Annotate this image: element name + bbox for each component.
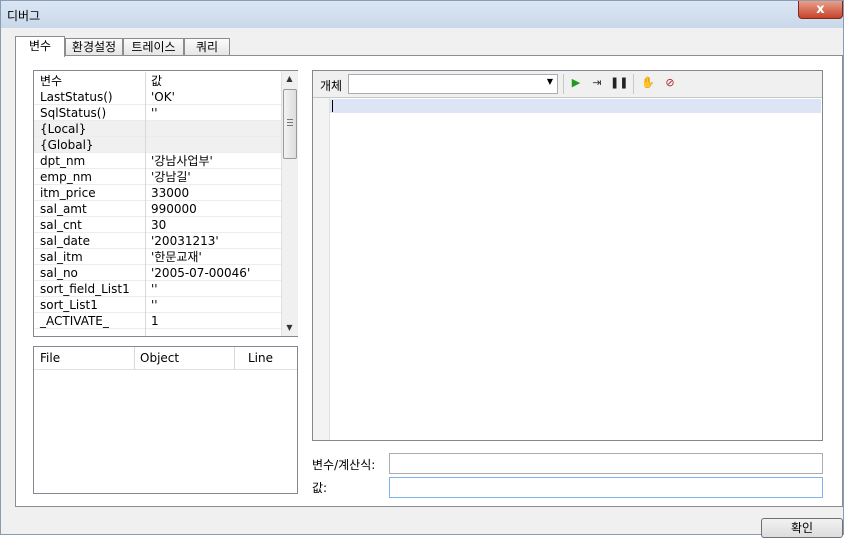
variable-row[interactable]: sort_List1 '' <box>34 297 281 313</box>
variable-row[interactable]: {Local} <box>34 121 281 137</box>
variable-value: '' <box>151 298 158 312</box>
variable-value: '' <box>151 106 158 120</box>
variable-value: '강남길' <box>151 170 191 184</box>
variable-name: sal_cnt <box>40 218 82 232</box>
column-header-file[interactable]: File <box>40 351 60 365</box>
code-area[interactable] <box>330 98 821 440</box>
vertical-scrollbar[interactable]: ▲ ▼ <box>281 71 298 336</box>
variable-row[interactable]: sal_date '20031213' <box>34 233 281 249</box>
expression-label: 변수/계산식: <box>312 458 376 472</box>
variable-name: _ACTIVATE_ <box>40 314 109 328</box>
variable-value: '2005-07-00046' <box>151 266 251 280</box>
variable-row[interactable]: emp_nm '강남길' <box>34 169 281 185</box>
scroll-up-arrow-icon[interactable]: ▲ <box>282 74 297 83</box>
toolbar-divider <box>633 74 634 94</box>
variable-row[interactable]: sort_field_List1 '' <box>34 281 281 297</box>
step-icon[interactable]: ⇥ <box>588 75 606 91</box>
variable-row[interactable]: LastStatus() 'OK' <box>34 89 281 105</box>
callstack-list: File Object Line <box>33 346 298 494</box>
dropdown-arrow-icon[interactable]: ▼ <box>547 77 553 86</box>
variable-value: '한문교재' <box>151 250 202 264</box>
expression-input[interactable] <box>389 453 823 474</box>
variable-row[interactable]: sal_no '2005-07-00046' <box>34 265 281 281</box>
variable-value: '' <box>151 282 158 296</box>
variable-name: itm_price <box>40 186 96 200</box>
variable-name: sal_date <box>40 234 90 248</box>
callstack-header: File Object Line <box>34 347 297 370</box>
column-header-line[interactable]: Line <box>248 351 273 365</box>
column-header-object[interactable]: Object <box>140 351 179 365</box>
tab-query[interactable]: 쿼리 <box>184 38 230 55</box>
close-button[interactable]: x <box>798 1 843 19</box>
variable-name: LastStatus() <box>40 90 113 104</box>
variable-row[interactable]: _ACTIVATE_ 1 <box>34 313 281 329</box>
row-separator <box>34 328 281 329</box>
variable-value: '강남사업부' <box>151 154 213 168</box>
variable-value: 990000 <box>151 202 197 216</box>
line-gutter <box>313 98 330 440</box>
variables-grid: 변수 값 LastStatus() 'OK' SqlStatus() '' {Local… <box>33 70 298 337</box>
title-bar[interactable]: 디버그 x <box>1 1 843 28</box>
variable-value: 33000 <box>151 186 190 200</box>
variable-name: sal_amt <box>40 202 87 216</box>
grip-icon <box>287 119 293 120</box>
variable-value: 1 <box>151 314 159 328</box>
variable-name: SqlStatus() <box>40 106 107 120</box>
script-editor-panel: 개체 ▼ ▶ ⇥ ❚❚ ✋ ⊘ <box>312 70 823 441</box>
window-title: 디버그 <box>7 9 41 23</box>
variable-row[interactable]: itm_price 33000 <box>34 185 281 201</box>
variable-value: 'OK' <box>151 90 175 104</box>
tab-trace[interactable]: 트레이스 <box>123 38 184 55</box>
variable-name: emp_nm <box>40 170 92 184</box>
column-divider <box>234 347 235 369</box>
variable-name: sort_List1 <box>40 298 98 312</box>
column-divider <box>145 72 146 336</box>
variable-row[interactable]: dpt_nm '강남사업부' <box>34 153 281 169</box>
variable-name: {Local} <box>40 122 87 136</box>
object-label: 개체 <box>320 79 343 93</box>
grid-header: 변수 값 <box>34 73 281 89</box>
variable-row[interactable]: {Global} <box>34 137 281 153</box>
run-icon[interactable]: ▶ <box>567 75 585 91</box>
ok-button[interactable]: 확인 <box>761 518 843 538</box>
pause-icon[interactable]: ❚❚ <box>610 75 628 91</box>
variable-name: sal_itm <box>40 250 83 264</box>
breakpoint-clear-icon[interactable]: ⊘ <box>661 75 679 91</box>
variable-row[interactable]: sal_amt 990000 <box>34 201 281 217</box>
variable-row[interactable]: sal_itm '한문교재' <box>34 249 281 265</box>
variable-value: '20031213' <box>151 234 219 248</box>
variable-name: dpt_nm <box>40 154 86 168</box>
toolbar-divider <box>563 74 564 94</box>
value-input[interactable] <box>389 477 823 498</box>
scroll-down-arrow-icon[interactable]: ▼ <box>282 323 297 332</box>
variable-value: 30 <box>151 218 167 232</box>
column-header-name[interactable]: 변수 <box>40 73 62 89</box>
variable-name: sal_no <box>40 266 78 280</box>
variable-name: sort_field_List1 <box>40 282 130 296</box>
hand-icon[interactable]: ✋ <box>639 75 657 91</box>
column-divider <box>134 347 135 369</box>
scroll-thumb[interactable] <box>283 89 297 159</box>
variable-name: {Global} <box>40 138 94 152</box>
tab-variables[interactable]: 변수 <box>15 36 65 57</box>
tab-settings[interactable]: 환경설정 <box>65 38 123 55</box>
variable-row[interactable]: sal_cnt 30 <box>34 217 281 233</box>
object-select[interactable]: ▼ <box>348 74 558 94</box>
value-label: 값: <box>312 481 328 495</box>
debug-window: 디버그 x 변수 환경설정 트레이스 쿼리 변수 값 LastStatus() '… <box>0 0 844 538</box>
editor-toolbar: 개체 ▼ ▶ ⇥ ❚❚ ✋ ⊘ <box>313 71 822 98</box>
variable-row[interactable]: SqlStatus() '' <box>34 105 281 121</box>
column-header-value[interactable]: 값 <box>151 73 162 89</box>
